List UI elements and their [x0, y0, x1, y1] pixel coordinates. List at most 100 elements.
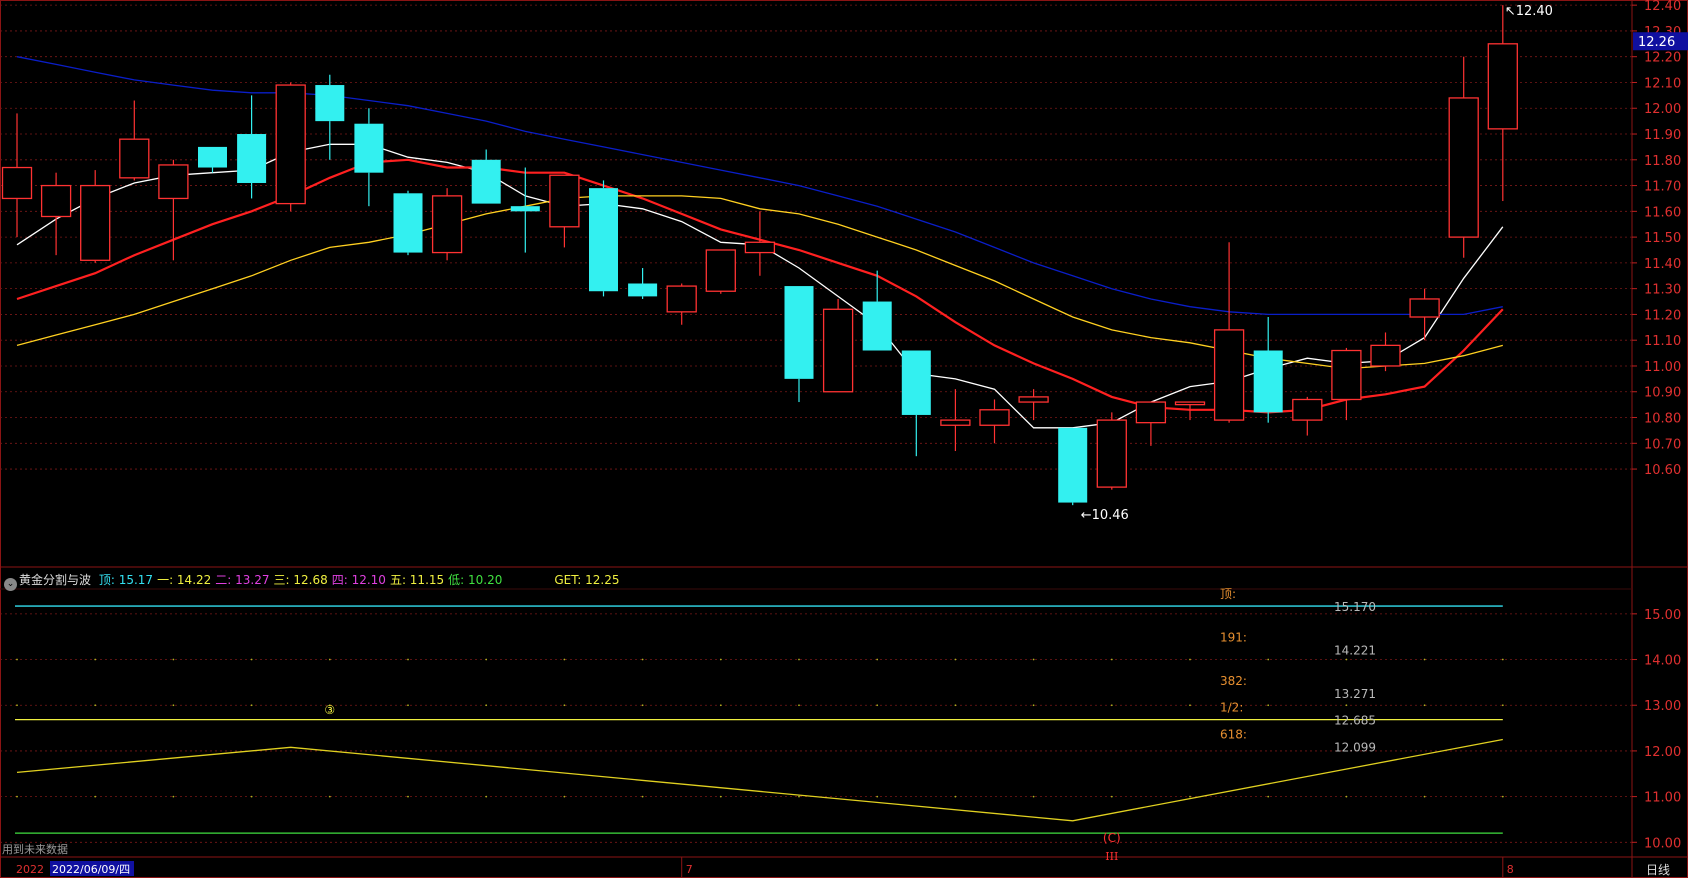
- cursor-date: 2022/06/09/四: [52, 863, 130, 876]
- indicator-dot: [798, 658, 800, 661]
- fib-level-value: 14.221: [1334, 643, 1376, 657]
- indicator-dot: [876, 704, 879, 707]
- indicator-param: 二: 13.27: [215, 573, 270, 587]
- candle-body: [1058, 427, 1088, 503]
- candle-body: [1331, 349, 1362, 401]
- fib-level-name: 1/2:: [1220, 701, 1243, 715]
- indicator-dot: [485, 795, 488, 798]
- indicator-dot: [485, 704, 488, 707]
- indicator-dot: [172, 704, 175, 707]
- current-price-label: 12.26: [1638, 35, 1675, 50]
- indicator-param: 一: 14.22: [157, 573, 212, 587]
- indicator-dot: [1267, 795, 1270, 798]
- indicator-dot: [328, 795, 331, 798]
- indicator-tick-label: 12.00: [1644, 745, 1681, 760]
- indicator-param: 低: 10.20: [448, 573, 503, 587]
- candle-body: [80, 184, 111, 261]
- indicator-param: 五: 11.15: [389, 573, 445, 587]
- fib-level-name: 191:: [1220, 630, 1247, 644]
- candle-body: [510, 206, 540, 212]
- indicator-dot: [563, 704, 566, 707]
- indicator-dot: [1423, 658, 1426, 661]
- candle-body: [628, 283, 658, 297]
- fib-level-value: 12.685: [1334, 714, 1376, 728]
- candle-body: [589, 188, 618, 292]
- price-tick-label: 10.60: [1644, 463, 1681, 478]
- indicator-dot: [641, 795, 644, 798]
- indicator-name[interactable]: 黄金分割与波: [19, 573, 91, 587]
- indicator-dot: [250, 795, 253, 798]
- indicator-dot: [16, 658, 18, 661]
- price-tick-label: 10.70: [1644, 437, 1681, 452]
- price-tick-label: 11.20: [1644, 308, 1681, 323]
- indicator-tick-label: 14.00: [1644, 654, 1681, 669]
- indicator-dot: [1189, 795, 1191, 798]
- indicator-dot: [1345, 658, 1348, 661]
- indicator-dot: [1189, 704, 1191, 707]
- indicator-dot: [250, 704, 253, 707]
- price-tick-label: 11.40: [1644, 257, 1681, 272]
- candle-body: [1096, 419, 1127, 488]
- indicator-dot: [1501, 658, 1504, 661]
- candle-body: [744, 241, 776, 254]
- price-tick-label: 11.70: [1644, 180, 1681, 195]
- indicator-dot: [16, 795, 18, 798]
- indicator-dot: [1032, 658, 1035, 661]
- indicator-header: ⌄ 黄金分割与波 顶: 15.17 一: 14.22 二: 13.27 三: 12.68…: [0, 571, 627, 591]
- candle-body: [784, 286, 814, 379]
- indicator-dot: [641, 704, 644, 707]
- indicator-param: 三: 12.68: [273, 573, 328, 587]
- candle-body: [1370, 344, 1401, 367]
- candle-body: [1213, 329, 1245, 421]
- month-mark-label: 8: [1507, 863, 1514, 876]
- price-tick-label: 11.30: [1644, 283, 1681, 298]
- candle-body: [901, 350, 931, 415]
- fib-level-value: 15.170: [1334, 600, 1376, 614]
- candle-body: [431, 195, 463, 254]
- candle-body: [354, 123, 384, 173]
- indicator-dot: [250, 658, 253, 661]
- indicator-dot: [954, 658, 957, 661]
- wave-line: [16, 738, 1503, 822]
- date-prefix: 2022: [16, 863, 44, 876]
- candle-body: [471, 159, 501, 204]
- fib-level-value: 13.271: [1334, 687, 1376, 701]
- indicator-dot: [1423, 704, 1426, 707]
- wave-label: (C): [1103, 831, 1121, 845]
- indicator-dot: [719, 704, 722, 707]
- indicator-tick-label: 11.00: [1644, 791, 1681, 806]
- candle-body: [393, 193, 423, 253]
- candle-body: [1448, 97, 1479, 238]
- price-tick-label: 11.80: [1644, 154, 1681, 169]
- candle-body: [198, 146, 227, 168]
- indicator-dot: [719, 795, 722, 798]
- indicator-dot: [1345, 704, 1348, 707]
- indicator-tick-label: 13.00: [1644, 699, 1681, 714]
- candle-body: [315, 85, 345, 122]
- stock-chart[interactable]: 12.4012.3012.2012.1012.0011.9011.8011.70…: [0, 0, 1688, 878]
- indicator-toggle-icon[interactable]: ⌄: [4, 578, 17, 591]
- indicator-params: 顶: 15.17 一: 14.22 二: 13.27 三: 12.68 四: 12.10…: [99, 573, 624, 587]
- indicator-dot: [641, 658, 644, 661]
- indicator-param: 四: 12.10: [331, 573, 386, 587]
- indicator-dot: [94, 795, 97, 798]
- fib-level-value: 12.099: [1334, 740, 1376, 754]
- candle-body: [979, 409, 1010, 426]
- price-tick-label: 11.10: [1644, 334, 1681, 349]
- indicator-tick-label: 10.00: [1644, 836, 1681, 851]
- candle-body: [119, 138, 150, 179]
- candle-body: [1135, 401, 1167, 424]
- wave-label: ③: [324, 703, 335, 717]
- candle-body: [666, 285, 697, 313]
- fib-level-name: 顶:: [1220, 587, 1236, 601]
- indicator-dot: [798, 704, 800, 707]
- price-tick-label: 10.90: [1644, 386, 1681, 401]
- indicator-dot: [954, 704, 957, 707]
- candle-body: [1253, 350, 1283, 413]
- indicator-dot: [954, 795, 957, 798]
- price-tick-label: 12.40: [1644, 0, 1681, 14]
- candle-body: [1409, 298, 1440, 318]
- low-annotation: ←10.46: [1081, 508, 1129, 523]
- price-tick-label: 11.90: [1644, 128, 1681, 143]
- indicator-dot: [1501, 795, 1504, 798]
